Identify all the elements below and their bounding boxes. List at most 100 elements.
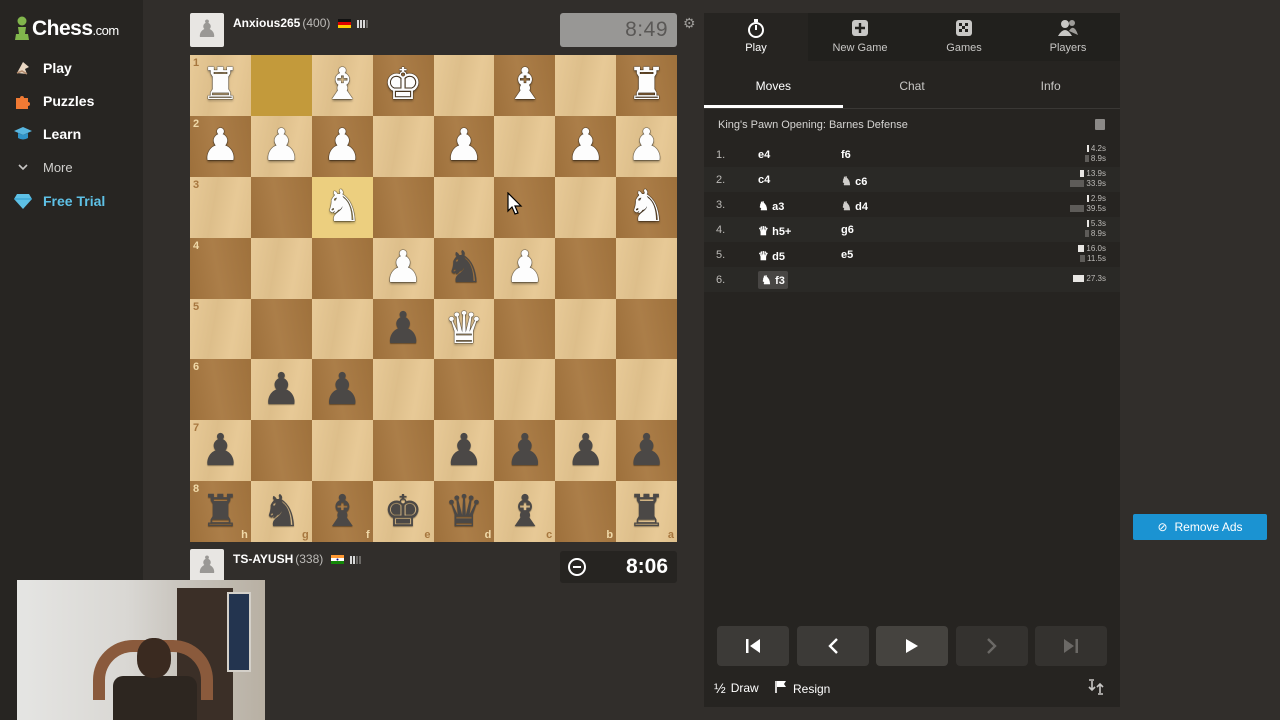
square-h7[interactable]: 7 ♟ (190, 420, 251, 482)
sidebar-item-puzzles[interactable]: Puzzles (12, 87, 94, 115)
square-a1[interactable]: ♜ (616, 55, 677, 116)
square-g6[interactable]: ♟ (250, 359, 312, 421)
square-a7[interactable]: ♟ (616, 420, 677, 482)
tab-games[interactable]: Games (912, 13, 1016, 61)
square-e8[interactable]: e ♚ (372, 481, 434, 542)
resign-button[interactable]: Resign (774, 680, 830, 697)
square-a3[interactable]: ♞ (616, 176, 677, 238)
white-rook-icon[interactable]: ♜ (627, 63, 666, 107)
draw-button[interactable]: ½ Draw (714, 680, 759, 696)
white-move[interactable]: c4 (758, 174, 770, 186)
square-d1[interactable] (433, 55, 495, 116)
sidebar-item-play[interactable]: Play (12, 54, 72, 82)
square-c2[interactable] (494, 115, 556, 177)
board-settings-gear-icon[interactable]: ⚙ (683, 15, 696, 32)
previous-move-button[interactable] (796, 626, 869, 666)
square-b4[interactable] (555, 237, 617, 299)
bottom-player-name[interactable]: TS-AYUSH (233, 552, 293, 566)
top-player-name[interactable]: Anxious265 (233, 16, 300, 30)
bottom-player-avatar[interactable]: ♟ (190, 549, 224, 583)
square-f7[interactable] (311, 420, 373, 482)
square-b7[interactable]: ♟ (555, 420, 617, 482)
white-bishop-icon[interactable]: ♝ (322, 63, 361, 107)
tab-moves[interactable]: Moves (704, 71, 843, 108)
square-g8[interactable]: g ♞ (250, 481, 312, 542)
square-g4[interactable] (250, 237, 312, 299)
square-h4[interactable]: 4 (190, 237, 251, 299)
square-g2[interactable]: ♟ (250, 115, 312, 177)
black-move[interactable]: e5 (841, 249, 853, 261)
white-pawn-icon[interactable]: ♟ (627, 124, 666, 168)
play-moves-button[interactable] (876, 626, 948, 666)
square-a5[interactable] (616, 298, 677, 360)
square-c4[interactable]: ♟ (494, 237, 556, 299)
square-d7[interactable]: ♟ (433, 420, 495, 482)
black-bishop-icon[interactable]: ♝ (322, 489, 361, 534)
black-knight-icon[interactable]: ♞ (262, 489, 301, 534)
square-e7[interactable] (372, 420, 434, 482)
black-king-icon[interactable]: ♚ (383, 489, 422, 534)
square-d3[interactable] (433, 176, 495, 238)
black-move[interactable]: ♞ d4 (841, 199, 868, 213)
black-pawn-icon[interactable]: ♟ (444, 428, 483, 473)
white-king-icon[interactable]: ♚ (383, 63, 422, 107)
square-b6[interactable] (555, 359, 617, 421)
square-f5[interactable] (311, 298, 373, 360)
white-move[interactable]: ♛ h5+ (758, 224, 791, 238)
square-h5[interactable]: 5 (190, 298, 251, 360)
square-a2[interactable]: ♟ (616, 115, 677, 177)
square-a4[interactable] (616, 237, 677, 299)
chess-com-logo[interactable]: Chess.com (14, 14, 119, 44)
black-pawn-icon[interactable]: ♟ (383, 306, 422, 351)
opening-name[interactable]: King's Pawn Opening: Barnes Defense (718, 119, 908, 131)
square-d2[interactable]: ♟ (433, 115, 495, 177)
white-move[interactable]: e4 (758, 149, 770, 161)
black-pawn-icon[interactable]: ♟ (262, 367, 301, 412)
next-move-button[interactable] (955, 626, 1028, 666)
remove-ads-button[interactable]: ⊘ Remove Ads (1133, 514, 1267, 540)
sidebar-item-learn[interactable]: Learn (12, 120, 81, 148)
white-pawn-icon[interactable]: ♟ (444, 124, 483, 168)
chess-board[interactable]: 1 ♜ ♝ ♚ ♝ ♜ 2 ♟ ♟ ♟ ♟ ♟ ♟ 3 ♞ ♞ 4 ♟ ♞ ♟ 5 ♟ ♛ 6 ♟ ♟ 7 ♟ ♟ ♟ ♟ ♟ 8 h ♜ g ♞ f ♝ e… (190, 55, 677, 542)
square-g1[interactable] (250, 55, 312, 116)
sidebar-item-free-trial[interactable]: Free Trial (12, 187, 105, 215)
square-h8[interactable]: 8 h ♜ (190, 481, 251, 542)
black-bishop-icon[interactable]: ♝ (505, 489, 544, 534)
square-b3[interactable] (555, 176, 617, 238)
square-c7[interactable]: ♟ (494, 420, 556, 482)
square-g3[interactable] (250, 176, 312, 238)
black-move[interactable]: ♞ c6 (841, 174, 867, 188)
black-move[interactable]: g6 (841, 224, 854, 236)
square-d8[interactable]: d ♛ (433, 481, 495, 542)
white-knight-icon[interactable]: ♞ (627, 185, 666, 229)
square-f6[interactable]: ♟ (311, 359, 373, 421)
tab-chat[interactable]: Chat (843, 71, 982, 108)
square-b2[interactable]: ♟ (555, 115, 617, 177)
square-e1[interactable]: ♚ (372, 55, 434, 116)
square-e6[interactable] (372, 359, 434, 421)
square-a8[interactable]: a ♜ (616, 481, 677, 542)
black-pawn-icon[interactable]: ♟ (627, 428, 666, 473)
square-c1[interactable]: ♝ (494, 55, 556, 116)
black-pawn-icon[interactable]: ♟ (566, 428, 605, 473)
white-pawn-icon[interactable]: ♟ (566, 124, 605, 168)
square-f8[interactable]: f ♝ (311, 481, 373, 542)
black-pawn-icon[interactable]: ♟ (201, 428, 240, 473)
square-f4[interactable] (311, 237, 373, 299)
square-h1[interactable]: 1 ♜ (190, 55, 251, 116)
square-f3[interactable]: ♞ (311, 176, 373, 238)
white-pawn-icon[interactable]: ♟ (262, 124, 301, 168)
square-h6[interactable]: 6 (190, 359, 251, 421)
white-bishop-icon[interactable]: ♝ (505, 63, 544, 107)
black-rook-icon[interactable]: ♜ (627, 489, 666, 534)
square-e3[interactable] (372, 176, 434, 238)
square-f1[interactable]: ♝ (311, 55, 373, 116)
white-pawn-icon[interactable]: ♟ (322, 124, 361, 168)
white-pawn-icon[interactable]: ♟ (505, 246, 544, 290)
white-move[interactable]: ♞ a3 (758, 199, 784, 213)
square-b1[interactable] (555, 55, 617, 116)
white-move[interactable]: ♞ f3 (758, 271, 788, 289)
square-c5[interactable] (494, 298, 556, 360)
square-h3[interactable]: 3 (190, 176, 251, 238)
black-pawn-icon[interactable]: ♟ (505, 428, 544, 473)
